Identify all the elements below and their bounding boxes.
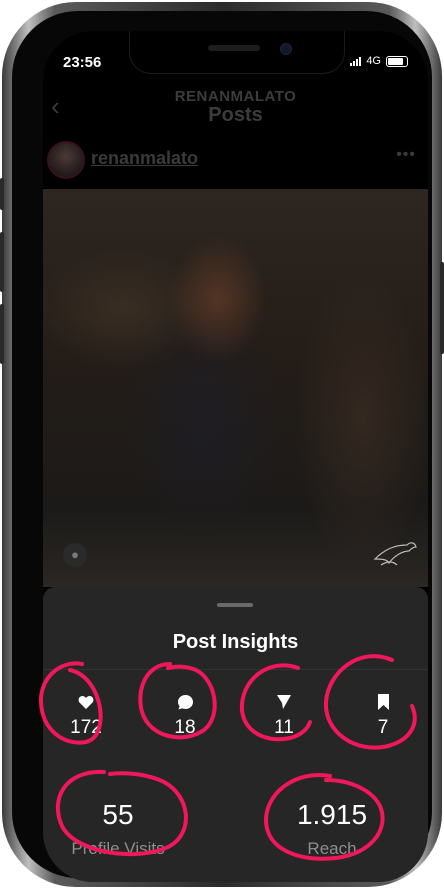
share-icon — [249, 693, 319, 711]
battery-icon — [386, 55, 408, 67]
bookmark-icon — [348, 693, 418, 711]
insights-title: Post Insights — [172, 631, 299, 653]
phone-bezel: 23:56 4G ‹ RENANMALATO Posts renanmalato… — [12, 11, 432, 882]
divider — [43, 669, 428, 670]
signal-icon — [350, 56, 362, 66]
post-username[interactable]: renanmalato — [91, 148, 198, 169]
header-username: RENANMALATO — [174, 88, 297, 105]
insights-sheet: Post Insights 172 18 11 7 55 Profile Vis… — [43, 587, 428, 882]
profile-visits-metric: 55 Profile Visits — [43, 799, 193, 859]
person-tag-icon[interactable]: ● — [63, 543, 87, 567]
shares-count: 11 — [274, 717, 294, 738]
comments-count: 18 — [174, 717, 196, 738]
reach-label: Reach — [307, 839, 357, 858]
page-title: Posts — [208, 104, 263, 126]
volume-down-button — [0, 304, 4, 364]
likes-count: 172 — [70, 717, 102, 738]
saves-count: 7 — [377, 717, 389, 738]
speaker — [208, 45, 260, 51]
volume-up-button — [0, 232, 4, 292]
comments-metric: 18 — [150, 693, 220, 739]
shares-metric: 11 — [249, 693, 319, 739]
reach-value: 1.915 — [296, 799, 368, 830]
likes-metric: 172 — [51, 693, 121, 739]
network-type: 4G — [366, 55, 381, 67]
profile-visits-value: 55 — [102, 799, 134, 830]
status-time: 23:56 — [63, 54, 102, 71]
phone-frame: 23:56 4G ‹ RENANMALATO Posts renanmalato… — [2, 2, 442, 887]
power-button — [440, 262, 444, 354]
status-indicators: 4G — [350, 55, 408, 67]
eagle-watermark-icon — [373, 542, 417, 566]
mute-switch — [0, 178, 4, 210]
more-icon[interactable]: ••• — [396, 146, 416, 164]
phone-screen: 23:56 4G ‹ RENANMALATO Posts renanmalato… — [43, 31, 428, 882]
notch — [129, 31, 345, 74]
post-photo[interactable] — [43, 189, 428, 587]
heart-icon — [51, 693, 121, 711]
profile-visits-label: Profile Visits — [71, 839, 165, 858]
avatar[interactable] — [47, 141, 85, 179]
reach-metric: 1.915 Reach — [257, 799, 407, 859]
front-camera — [280, 43, 292, 55]
comment-icon — [150, 693, 220, 711]
sheet-grabber[interactable] — [217, 603, 253, 607]
saves-metric: 7 — [348, 693, 418, 739]
